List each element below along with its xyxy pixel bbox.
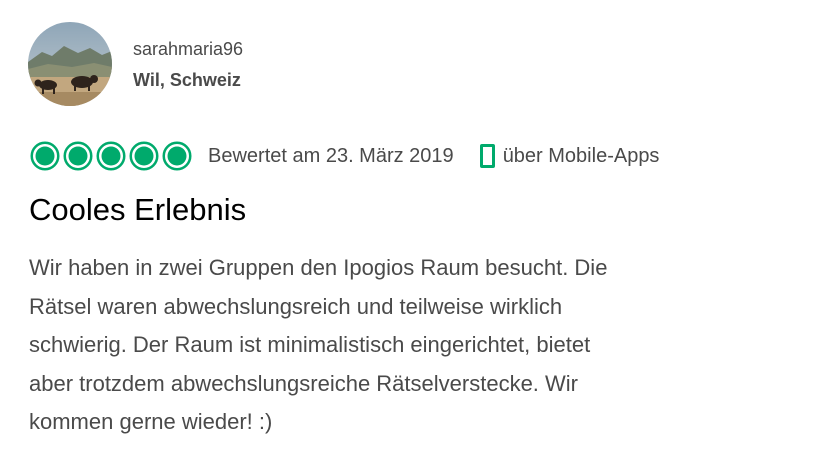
avatar-photo	[28, 22, 112, 106]
rating-bubble-icon	[63, 141, 93, 171]
user-location: Wil, Schweiz	[133, 70, 241, 90]
rating-row: Bewertet am 23. März 2019 über Mobile-Ap…	[30, 140, 659, 172]
review-body-line: schwierig. Der Raum ist minimalistisch e…	[29, 332, 591, 357]
review-body-line: kommen gerne wieder! :)	[29, 409, 273, 434]
review-source: über Mobile-Apps	[479, 144, 660, 168]
review-body-line: aber trotzdem abwechslungsreiche Rätselv…	[29, 370, 579, 396]
rating-bubbles	[30, 141, 192, 171]
review-body-line: Wir haben in zwei Gruppen den Ipogios Ra…	[29, 255, 608, 280]
rating-bubble-icon	[162, 141, 192, 171]
review-date: Bewertet am 23. März 2019	[208, 144, 454, 167]
username[interactable]: sarahmaria96	[133, 39, 243, 60]
review-card: sarahmaria96 Wil, Schweiz Bewertet am 23…	[0, 0, 822, 472]
review-body-line: Rätsel waren abwechslungsreich und teilw…	[29, 293, 563, 319]
review-title[interactable]: Cooles Erlebnis	[29, 192, 246, 228]
review-source-label: über Mobile-Apps	[502, 144, 660, 167]
rating-bubble-icon	[96, 141, 126, 171]
rating-bubble-icon	[30, 141, 60, 171]
review-body: Wir haben in zwei Gruppen den Ipogios Ra…	[29, 249, 809, 442]
rating-bubble-icon	[129, 141, 159, 171]
mobile-phone-icon	[479, 144, 495, 168]
avatar[interactable]	[28, 22, 112, 106]
